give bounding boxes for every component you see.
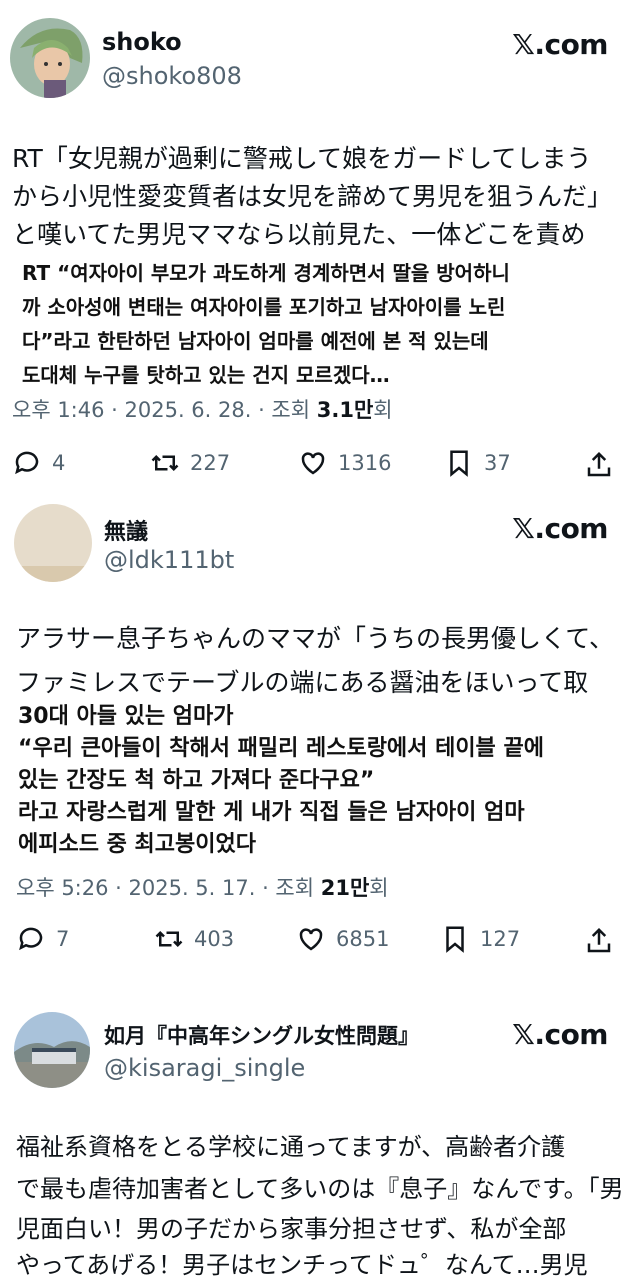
reply-icon	[15, 451, 39, 475]
like-button[interactable]: 1316	[298, 448, 391, 478]
repost-count: 403	[194, 927, 235, 951]
share-button[interactable]	[584, 926, 614, 956]
avatar[interactable]	[14, 1012, 90, 1088]
action-bar: 4 227 1316 37	[0, 448, 630, 488]
translation-line: 있는 간장도 척 하고 가져다 준다구요”	[18, 768, 375, 793]
original-text-line: から小児性愛変質者は女児を諦めて男児を狙うんだ」	[12, 182, 613, 211]
tweet-meta: 오후 5:26 · 2025. 5. 17. · 조회 21만회	[16, 872, 389, 902]
timestamp[interactable]: 오후 5:26 · 2025. 5. 17. · 조회	[16, 876, 321, 900]
view-count: 21만	[320, 876, 370, 900]
original-text-line: アラサー息子ちゃんのママが「うちの長男優しくて、	[16, 624, 615, 653]
translation-line: 다”라고 한탄하던 남자아이 엄마를 예전에 본 적 있는데	[22, 329, 489, 353]
bookmark-icon	[450, 450, 468, 477]
share-icon	[587, 451, 611, 477]
bookmark-count: 37	[484, 451, 511, 475]
bookmark-button[interactable]: 37	[444, 448, 511, 478]
bookmark-count: 127	[480, 927, 521, 951]
reply-count: 7	[56, 927, 70, 951]
like-icon	[299, 928, 323, 951]
repost-button[interactable]: 227	[150, 448, 230, 478]
view-suffix: 회	[373, 398, 393, 422]
display-name[interactable]: shoko	[102, 28, 182, 56]
original-text-line: ファミレスでテーブルの端にある醤油をほいって取	[16, 668, 589, 697]
avatar[interactable]	[10, 18, 90, 98]
x-logo-brand: 𝕏.com	[512, 1018, 608, 1051]
like-button[interactable]: 6851	[296, 924, 389, 954]
repost-icon	[151, 454, 179, 472]
tweet-card: 無議 @ldk111bt 𝕏.com アラサー息子ちゃんのママが「うちの長男優し…	[0, 500, 630, 1000]
translation-line: 까 소아성애 변태는 여자아이를 포기하고 남자아이를 노린	[22, 295, 506, 319]
translation-line: “우리 큰아들이 착해서 패밀리 레스토랑에서 테이블 끝에	[18, 736, 544, 761]
display-name[interactable]: 如月『中高年シングル女性問題』	[104, 1020, 419, 1050]
original-text-line: と嘆いてた男児ママなら以前見た、一体どこを責め	[12, 220, 586, 249]
translation-line: 도대체 누구를 탓하고 있는 건지 모르겠다…	[22, 363, 390, 387]
bookmark-button[interactable]: 127	[440, 924, 520, 954]
display-name[interactable]: 無議	[104, 514, 148, 546]
reply-icon	[19, 927, 43, 951]
original-text-line: で最も虐待加害者として多いのは『息子』なんです。「男	[16, 1175, 624, 1203]
tweet-card: shoko @shoko808 𝕏.com RT「女児親が過剰に警戒して娘をガー…	[0, 0, 630, 510]
x-logo-brand: 𝕏.com	[512, 28, 608, 61]
original-text-line: 福祉系資格をとる学校に通ってますが、高齢者介護	[16, 1133, 566, 1161]
translation-line: RT “여자아이 부모가 과도하게 경계하면서 딸을 방어하니	[22, 261, 510, 285]
view-suffix: 회	[369, 876, 389, 900]
avatar[interactable]	[14, 504, 92, 582]
like-count: 6851	[336, 927, 390, 951]
reply-count: 4	[52, 451, 66, 475]
user-handle[interactable]: @shoko808	[102, 62, 242, 90]
translation-line: 에피소드 중 최고봉이었다	[18, 832, 256, 857]
share-button[interactable]	[584, 450, 614, 480]
tweet-card: 如月『中高年シングル女性問題』 @kisaragi_single 𝕏.com 福…	[0, 1000, 630, 1279]
tweet-meta: 오후 1:46 · 2025. 6. 28. · 조회 3.1만회	[12, 394, 393, 424]
x-logo-brand: 𝕏.com	[512, 512, 608, 545]
reply-button[interactable]: 4	[12, 448, 65, 478]
share-icon	[587, 927, 611, 953]
like-count: 1316	[338, 451, 392, 475]
original-text-line: 児面白い！男の子だから家事分担させず、私が全部	[16, 1215, 567, 1243]
translation-line: 라고 자랑스럽게 말한 게 내가 직접 들은 남자아이 엄마	[18, 800, 525, 825]
repost-button[interactable]: 403	[154, 924, 234, 954]
timestamp[interactable]: 오후 1:46 · 2025. 6. 28. · 조회	[12, 398, 317, 422]
reply-button[interactable]: 7	[16, 924, 69, 954]
original-text-line: やってあげる！男子はセンチってドュ゜なんて…男児	[16, 1251, 588, 1279]
repost-count: 227	[190, 451, 231, 475]
bookmark-icon	[446, 926, 464, 953]
like-icon	[301, 452, 325, 475]
action-bar: 7 403 6851 127	[0, 924, 630, 964]
user-handle[interactable]: @ldk111bt	[104, 546, 234, 574]
view-count: 3.1만	[316, 398, 374, 422]
translation-line: 30대 아들 있는 엄마가	[18, 704, 234, 729]
original-text-line: RT「女児親が過剰に警戒して娘をガードしてしまう	[12, 144, 592, 173]
repost-icon	[155, 930, 183, 948]
user-handle[interactable]: @kisaragi_single	[104, 1054, 305, 1082]
